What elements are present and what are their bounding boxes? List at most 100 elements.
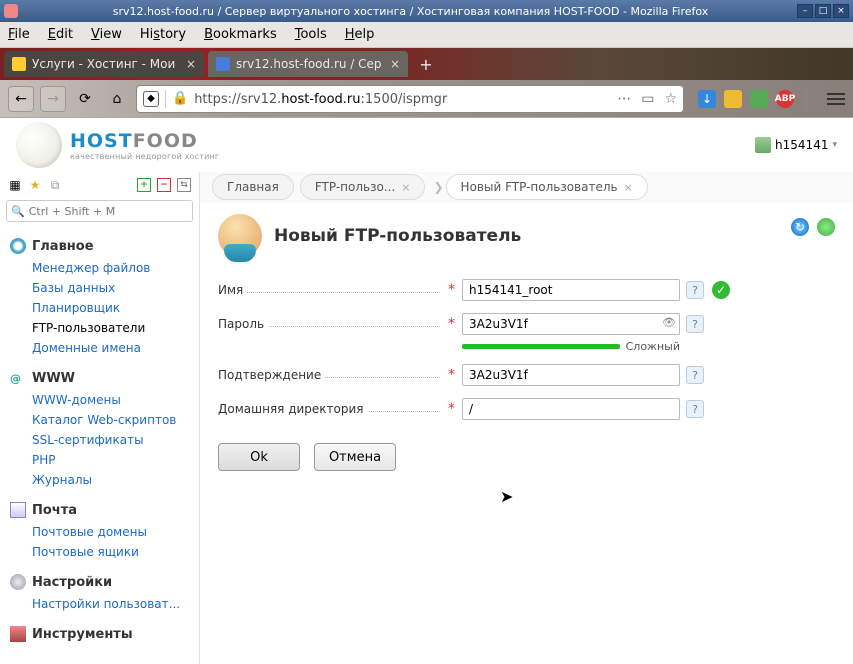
mail-icon — [10, 502, 26, 518]
crumb-ftp-users[interactable]: FTP-пользо...× — [300, 174, 426, 200]
hamburger-menu-button[interactable] — [827, 93, 845, 105]
url-toolbar: ← → ⟳ ⌂ ◆ 🔒 https://srv12.host-food.ru:1… — [0, 80, 853, 118]
sidebar-toolbar: ▦ ★ ⧉ + − ⇆ — [0, 174, 199, 196]
adblock-icon[interactable]: ABP — [776, 90, 794, 108]
user-avatar-icon — [218, 214, 262, 258]
window-maximize-button[interactable]: □ — [815, 4, 831, 18]
sidebar-item-mailboxes[interactable]: Почтовые ящики — [32, 542, 199, 562]
logo[interactable]: HOSTFOOD качественный недорогой хостинг — [16, 122, 219, 168]
menu-file[interactable]: FFileile — [8, 27, 30, 42]
crumb-new-ftp-user[interactable]: Новый FTP-пользователь× — [446, 174, 648, 200]
tab-label: Услуги - Хостинг - Мои — [32, 57, 175, 71]
required-icon: * — [448, 282, 462, 298]
window-titlebar: srv12.host-food.ru / Сервер виртуального… — [0, 0, 853, 22]
menu-bar: FFileile Edit View History Bookmarks Too… — [0, 22, 853, 48]
toolbar-favorites-icon[interactable]: ★ — [28, 178, 42, 192]
sidebar-item-www-domains[interactable]: WWW-домены — [32, 390, 199, 410]
sidebar-section-tools[interactable]: Инструменты — [10, 622, 199, 646]
close-icon[interactable]: × — [401, 181, 410, 194]
home-directory-input[interactable] — [462, 398, 680, 420]
sidebar-section-mail[interactable]: Почта — [10, 498, 199, 522]
sidebar-section-www[interactable]: @WWW — [10, 366, 199, 390]
ok-button[interactable]: Ok — [218, 443, 300, 471]
sidebar-item-databases[interactable]: Базы данных — [32, 278, 199, 298]
confirm-input[interactable] — [462, 364, 680, 386]
sidebar-item-ssl[interactable]: SSL-сертификаты — [32, 430, 199, 450]
menu-edit[interactable]: Edit — [48, 27, 73, 42]
chevron-right-icon: ❯ — [433, 180, 443, 194]
user-menu[interactable]: h154141 ▾ — [755, 137, 837, 153]
toolbar-expand-icon[interactable]: + — [137, 178, 151, 192]
mouse-cursor-icon: ➤ — [500, 487, 513, 506]
search-icon: 🔍 — [11, 205, 25, 218]
toolbar-toggle-icon[interactable]: ⇆ — [177, 178, 191, 192]
download-icon[interactable]: ↓ — [698, 90, 716, 108]
new-tab-button[interactable]: + — [412, 52, 440, 76]
help-icon[interactable]: ? — [686, 366, 704, 384]
sidebar-item-php[interactable]: PHP — [32, 450, 199, 470]
menu-help[interactable]: Help — [345, 27, 375, 42]
window-minimize-button[interactable]: – — [797, 4, 813, 18]
reader-mode-icon[interactable]: ▭ — [641, 91, 654, 107]
sidebar-item-web-scripts[interactable]: Каталог Web-скриптов — [32, 410, 199, 430]
browser-tab-strip: Услуги - Хостинг - Мои × srv12.host-food… — [0, 48, 853, 80]
password-strength-bar — [462, 344, 620, 349]
tracking-shield-icon[interactable]: ◆ — [143, 91, 159, 107]
favicon-icon — [12, 57, 26, 71]
page-action-icon[interactable]: ⋯ — [617, 91, 631, 107]
nav-home-button[interactable]: ⌂ — [104, 86, 130, 112]
nav-reload-button[interactable]: ⟳ — [72, 86, 98, 112]
nav-forward-button[interactable]: → — [40, 86, 66, 112]
sidebar-item-mail-domains[interactable]: Почтовые домены — [32, 522, 199, 542]
required-icon: * — [448, 367, 462, 383]
url-field[interactable]: ◆ 🔒 https://srv12.host-food.ru:1500/ispm… — [136, 85, 684, 113]
menu-history[interactable]: History — [140, 27, 186, 42]
tab-close-icon[interactable]: × — [390, 57, 400, 71]
breadcrumb-tabs: Главная FTP-пользо...× ❯ Новый FTP-польз… — [200, 172, 853, 202]
extension-icon[interactable] — [750, 90, 768, 108]
help-icon[interactable]: ? — [686, 315, 704, 333]
sidebar-section-main[interactable]: Главное — [10, 234, 199, 258]
sidebar-item-logs[interactable]: Журналы — [32, 470, 199, 490]
nav-back-button[interactable]: ← — [8, 86, 34, 112]
extension-icon[interactable] — [724, 90, 742, 108]
extension-icons: ↓ ABP — [698, 90, 794, 108]
menu-bookmarks[interactable]: Bookmarks — [204, 27, 277, 42]
sidebar-item-ftp-users[interactable]: FTP-пользователи — [32, 318, 199, 338]
cancel-button[interactable]: Отмена — [314, 443, 396, 471]
sidebar-search-input[interactable] — [29, 205, 188, 218]
password-input[interactable] — [462, 313, 680, 335]
valid-check-icon: ✓ — [712, 281, 730, 299]
sidebar-item-scheduler[interactable]: Планировщик — [32, 298, 199, 318]
required-icon: * — [448, 316, 462, 332]
tab-label: srv12.host-food.ru / Сер — [236, 57, 382, 71]
name-input[interactable] — [462, 279, 680, 301]
menu-tools[interactable]: Tools — [295, 27, 327, 42]
tools-icon — [10, 626, 26, 642]
globe-icon — [10, 238, 26, 254]
window-close-button[interactable]: × — [833, 4, 849, 18]
toolbar-menu-icon[interactable]: ▦ — [8, 178, 22, 192]
help-icon[interactable]: ? — [686, 281, 704, 299]
browser-tab-1[interactable]: Услуги - Хостинг - Мои × — [4, 51, 204, 77]
sidebar-item-domain-names[interactable]: Доменные имена — [32, 338, 199, 358]
name-label: Имя — [218, 283, 247, 297]
print-icon[interactable] — [817, 218, 835, 236]
menu-view[interactable]: View — [91, 27, 122, 42]
bookmark-star-icon[interactable]: ☆ — [664, 91, 677, 107]
sidebar-section-settings[interactable]: Настройки — [10, 570, 199, 594]
browser-tab-2[interactable]: srv12.host-food.ru / Сер × — [208, 51, 408, 77]
crumb-home[interactable]: Главная — [212, 174, 294, 200]
password-reveal-icon[interactable]: 👁 — [662, 316, 676, 329]
help-icon[interactable]: ? — [686, 400, 704, 418]
sidebar-item-user-settings[interactable]: Настройки пользоват... — [32, 594, 199, 614]
sidebar-search[interactable]: 🔍 — [6, 200, 193, 222]
toolbar-collapse-icon[interactable]: − — [157, 178, 171, 192]
toolbar-copy-icon[interactable]: ⧉ — [48, 178, 62, 192]
tab-close-icon[interactable]: × — [186, 57, 196, 71]
favicon-icon — [216, 57, 230, 71]
gear-icon — [10, 574, 26, 590]
refresh-icon[interactable]: ↻ — [791, 218, 809, 236]
sidebar-item-filemanager[interactable]: Менеджер файлов — [32, 258, 199, 278]
close-icon[interactable]: × — [624, 181, 633, 194]
